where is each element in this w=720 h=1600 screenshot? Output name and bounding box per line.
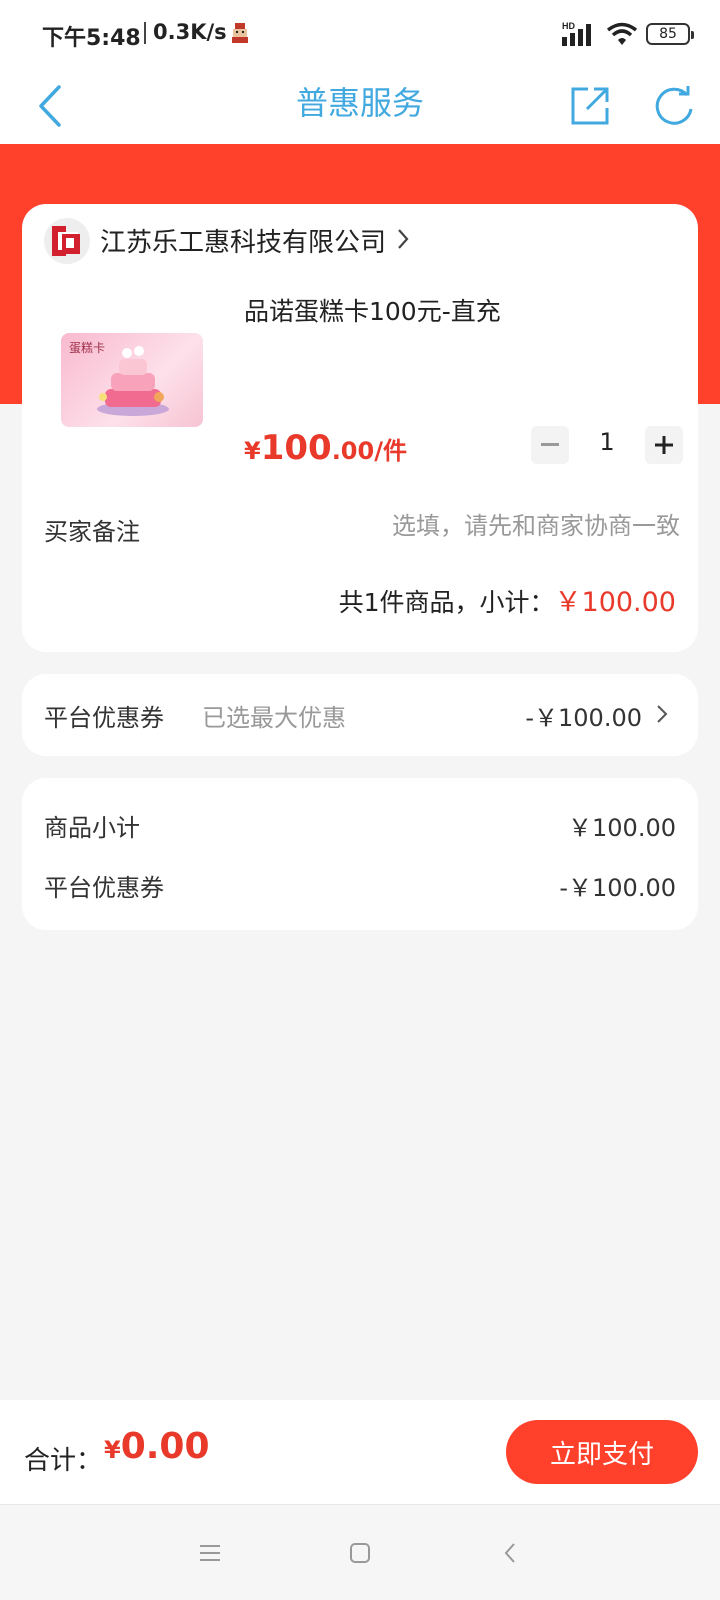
price-integer: 100 <box>260 428 332 468</box>
summary-row-label: 平台优惠券 <box>44 874 164 902</box>
shop-logo-icon <box>44 218 90 264</box>
coupon-label: 平台优惠券 <box>44 704 164 732</box>
battery-icon: 85 <box>646 23 694 45</box>
refresh-button[interactable] <box>646 76 702 136</box>
shop-logo-graphic <box>52 226 80 256</box>
chevron-right-icon[interactable] <box>396 228 410 250</box>
product-price: ¥100.00/件 <box>244 428 407 468</box>
chevron-right-icon <box>657 705 668 723</box>
checkout-bar: 合计： ¥0.00 立即支付 <box>0 1400 720 1504</box>
system-back-icon <box>504 1543 515 1563</box>
order-subtotal-label: 共1件商品，小计： <box>338 588 555 617</box>
status-net-speed: 0.3K/s <box>153 20 227 44</box>
coupon-hint: 已选最大优惠 <box>202 704 346 732</box>
cake-illustration <box>97 346 169 416</box>
price-summary-card: 商品小计 ￥100.00 平台优惠券 -￥100.00 <box>22 778 698 930</box>
summary-row: 平台优惠券 -￥100.00 <box>44 868 676 903</box>
system-menu-button[interactable] <box>190 1533 230 1573</box>
refresh-icon <box>655 86 693 125</box>
battery-level: 85 <box>659 26 677 42</box>
increase-quantity-button[interactable] <box>645 426 683 464</box>
summary-row-value: ￥100.00 <box>568 814 676 842</box>
plus-icon <box>655 436 673 454</box>
status-time: 下午5:48 <box>42 26 141 51</box>
buyer-note-input[interactable] <box>282 508 680 544</box>
status-divider <box>144 22 146 44</box>
decrease-quantity-button[interactable] <box>531 426 569 464</box>
quantity-value[interactable]: 1 <box>569 428 645 456</box>
total-amount-value: 0.00 <box>120 1426 210 1467</box>
price-unit: /件 <box>374 437 407 465</box>
quantity-stepper: 1 <box>531 426 683 468</box>
cake-card-image: 蛋糕卡 <box>61 333 203 427</box>
notification-app-icon <box>232 23 248 43</box>
share-button[interactable] <box>562 76 618 136</box>
summary-row-label: 商品小计 <box>44 814 140 842</box>
home-icon <box>350 1543 370 1563</box>
coupon-row[interactable]: 平台优惠券 已选最大优惠 -￥100.00 <box>22 674 698 756</box>
total-label: 合计： <box>24 1446 103 1476</box>
coupon-value: -￥100.00 <box>525 704 642 732</box>
total-currency: ¥ <box>104 1436 121 1464</box>
price-decimal: .00 <box>331 437 375 465</box>
minus-icon <box>541 443 559 446</box>
shop-name[interactable]: 江苏乐工惠科技有限公司 <box>100 222 386 259</box>
summary-row-value: -￥100.00 <box>559 874 676 902</box>
share-icon <box>571 87 609 125</box>
svg-text:HD: HD <box>562 21 575 31</box>
summary-row: 商品小计 ￥100.00 <box>44 808 676 843</box>
wifi-icon <box>606 22 638 45</box>
menu-icon <box>200 1545 220 1561</box>
status-right-group: HD 85 <box>562 20 694 48</box>
nav-bar: 普惠服务 <box>0 68 720 144</box>
total-amount: ¥0.00 <box>104 1426 210 1467</box>
order-subtotal: 共1件商品，小计：￥100.00 <box>339 580 676 619</box>
status-bar: 下午5:48 0.3K/s HD 85 <box>0 0 720 68</box>
system-back-button[interactable] <box>490 1533 530 1573</box>
system-nav-bar <box>0 1504 720 1600</box>
product-image[interactable]: 蛋糕卡 <box>44 286 220 474</box>
buyer-note-label: 买家备注 <box>44 518 140 546</box>
product-title: 品诺蛋糕卡100元-直充 <box>244 297 501 326</box>
price-currency: ¥ <box>244 437 261 465</box>
order-subtotal-amount: ￥100.00 <box>554 587 676 618</box>
system-home-button[interactable] <box>340 1533 380 1573</box>
pay-now-button[interactable]: 立即支付 <box>506 1420 698 1484</box>
order-card: 江苏乐工惠科技有限公司 蛋糕卡 品诺蛋糕卡100元-直充 ¥100.00/件 1 <box>22 204 698 652</box>
signal-icon: HD <box>562 21 591 46</box>
